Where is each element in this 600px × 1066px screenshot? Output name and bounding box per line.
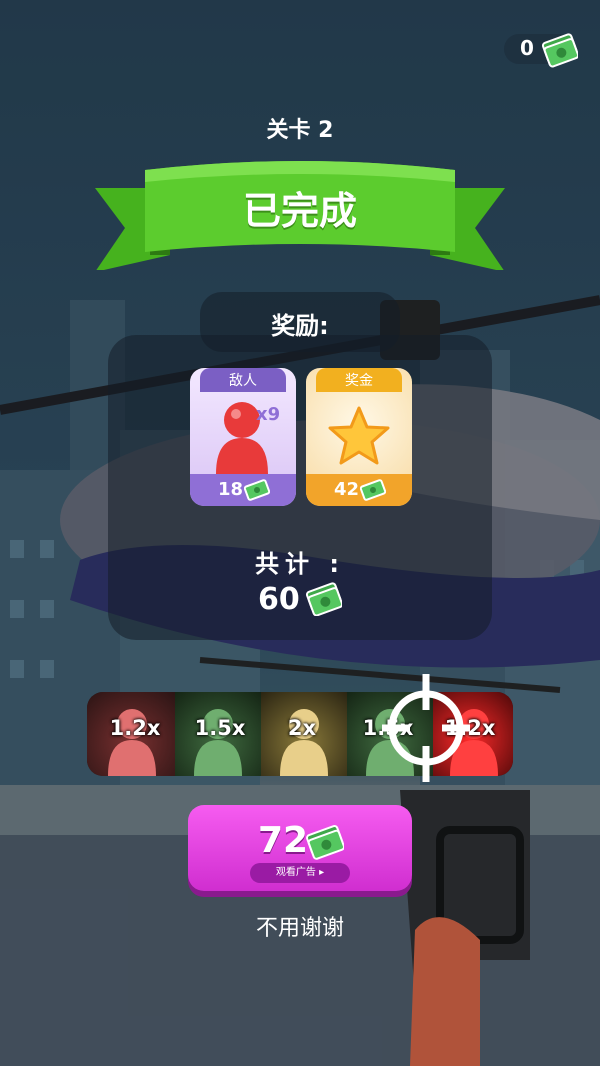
multiplier-label: 2x (287, 716, 317, 740)
cash-icon (360, 479, 386, 501)
multiplier-label: 1.5x (194, 716, 246, 740)
reward-panel (108, 335, 492, 640)
enemy-multiplier: x9 (256, 404, 281, 425)
total-label: 共计 : (255, 550, 345, 578)
total-value: 60 (258, 582, 300, 617)
cash-icon (244, 479, 270, 501)
enemy-reward-value: 18 (218, 479, 244, 500)
cash-icon (306, 825, 344, 860)
multiplier-label: 1.2x (109, 716, 161, 740)
crosshair-icon[interactable] (382, 674, 470, 782)
enemies-tab: 敌人 (200, 368, 286, 392)
level-title: 关卡 2 (266, 118, 334, 143)
completed-banner: 已完成 (242, 189, 357, 233)
star-icon (328, 406, 390, 465)
cash-icon (542, 33, 578, 68)
claim-value: 72 (258, 820, 309, 861)
watch-ad-label: 观看广告 ▸ (250, 863, 350, 883)
no-thanks-button[interactable]: 不用谢谢 (0, 910, 600, 942)
cash-icon (306, 582, 342, 616)
currency-count: 0 (520, 36, 534, 60)
bonus-tab: 奖金 (316, 368, 402, 392)
bonus-reward-value: 42 (334, 479, 360, 500)
reward-label: 奖励: (271, 312, 329, 340)
